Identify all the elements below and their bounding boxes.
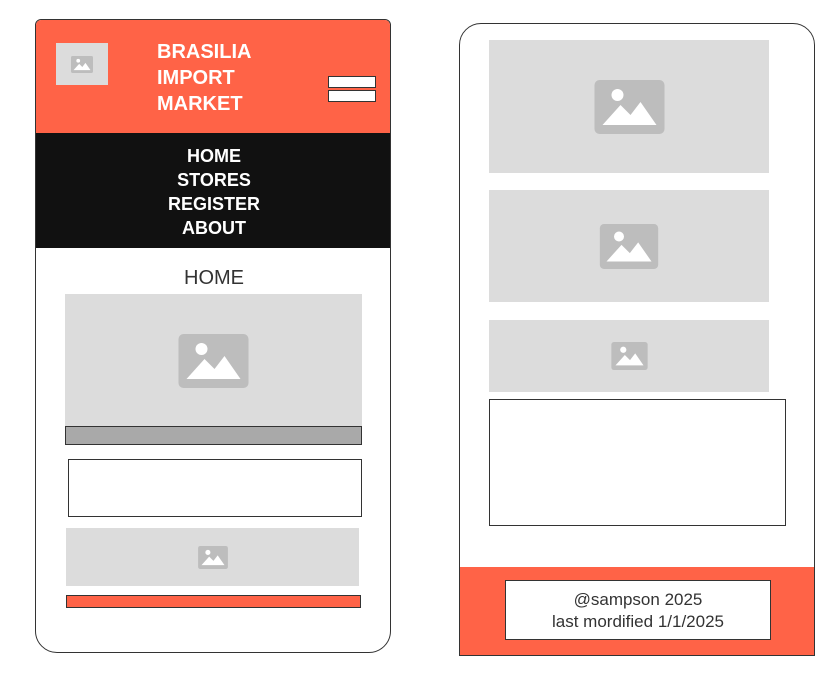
secondary-image-placeholder [66,528,359,586]
logo-placeholder[interactable] [56,43,108,85]
image-placeholder-icon [599,224,659,269]
content-text-box [68,459,362,517]
hero-caption-bar [65,426,362,445]
accent-bar [66,595,361,608]
image-placeholder-icon [611,342,648,370]
image-placeholder-icon [198,546,228,569]
footer-info-box: @sampson 2025 last mordified 1/1/2025 [505,580,771,640]
phone-frame-right: @sampson 2025 last mordified 1/1/2025 [459,23,815,656]
footer-last-modified: last mordified 1/1/2025 [552,612,724,631]
phone-frame-left: BRASILIA IMPORT MARKET HOME STORES REGIS… [35,19,391,653]
image-placeholder-icon [594,80,665,134]
nav-item-register[interactable]: REGISTER [36,192,390,216]
site-footer: @sampson 2025 last mordified 1/1/2025 [460,567,814,655]
nav-item-home[interactable]: HOME [36,144,390,168]
nav-item-about[interactable]: ABOUT [36,216,390,240]
main-nav: HOME STORES REGISTER ABOUT [36,133,390,248]
gallery-image-placeholder-2 [489,190,769,302]
footer-copyright: @sampson 2025 [573,590,703,609]
site-title-line-2: IMPORT [157,67,235,89]
hero-image-placeholder [65,294,362,427]
gallery-image-placeholder-3 [489,320,769,392]
image-placeholder-icon [178,334,249,388]
site-header: BRASILIA IMPORT MARKET [36,20,390,133]
image-placeholder-icon [71,56,93,73]
site-title-line-1: BRASILIA [157,41,252,63]
content-text-box [489,399,786,526]
site-title: BRASILIA IMPORT MARKET [157,39,251,117]
page-title: HOME [184,267,244,289]
gallery-image-placeholder-1 [489,40,769,173]
hamburger-menu-icon[interactable] [328,76,376,102]
hamburger-bar [328,76,376,88]
site-title-line-3: MARKET [157,93,243,115]
hamburger-bar [328,90,376,102]
nav-item-stores[interactable]: STORES [36,168,390,192]
